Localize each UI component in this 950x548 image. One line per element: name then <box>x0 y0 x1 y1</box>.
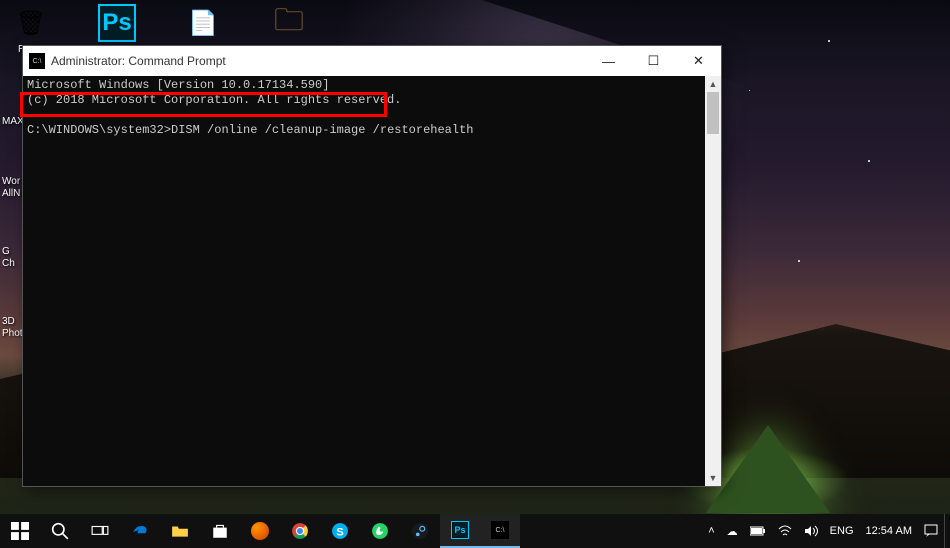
tray-battery[interactable] <box>744 514 772 548</box>
store-icon <box>211 522 229 540</box>
photoshop-icon: Ps <box>451 521 469 539</box>
star <box>868 160 870 162</box>
taskbar-store[interactable] <box>200 514 240 548</box>
task-view-icon <box>91 522 109 540</box>
chrome-icon <box>291 522 309 540</box>
star <box>798 260 800 262</box>
scroll-up-icon[interactable]: ▲ <box>705 76 721 92</box>
windows-icon <box>11 522 29 540</box>
battery-icon <box>750 526 766 536</box>
scroll-thumb[interactable] <box>707 92 719 134</box>
cmd-title: Administrator: Command Prompt <box>51 54 226 68</box>
action-center-icon <box>924 524 938 538</box>
taskbar-skype[interactable]: S <box>320 514 360 548</box>
steam-icon <box>411 522 429 540</box>
taskbar-cmd[interactable]: C:\ <box>480 514 520 548</box>
volume-icon <box>804 525 818 537</box>
close-button[interactable]: ✕ <box>676 46 721 76</box>
wifi-icon <box>778 525 792 537</box>
cmd-icon <box>29 53 45 69</box>
taskbar-chrome[interactable] <box>280 514 320 548</box>
recycle-bin-icon: 🗑 <box>12 4 50 42</box>
search-button[interactable] <box>40 514 80 548</box>
taskbar-edge[interactable] <box>120 514 160 548</box>
taskbar-file-explorer[interactable] <box>160 514 200 548</box>
taskbar-steam[interactable] <box>400 514 440 548</box>
show-desktop-button[interactable] <box>944 514 950 548</box>
folder-icon: 🗀 <box>270 4 308 42</box>
cmd-scrollbar[interactable]: ▲ ▼ <box>705 76 721 486</box>
cmd-icon: C:\ <box>491 521 509 539</box>
cmd-window-buttons: — ☐ ✕ <box>586 46 721 76</box>
taskbar-whatsapp[interactable] <box>360 514 400 548</box>
taskbar-photoshop[interactable]: Ps <box>440 514 480 548</box>
start-button[interactable] <box>0 514 40 548</box>
maximize-button[interactable]: ☐ <box>631 46 676 76</box>
star <box>828 40 830 42</box>
minimize-button[interactable]: — <box>586 46 631 76</box>
skype-icon: S <box>331 522 349 540</box>
cmd-body[interactable]: Microsoft Windows [Version 10.0.17134.59… <box>23 76 721 486</box>
tray-action-center[interactable] <box>918 514 944 548</box>
taskbar-firefox[interactable] <box>240 514 280 548</box>
tray-clock[interactable]: 12:54 AM <box>860 514 918 548</box>
cmd-line-copyright: (c) 2018 Microsoft Corporation. All righ… <box>27 93 401 107</box>
whatsapp-icon <box>371 522 389 540</box>
cmd-prompt: C:\WINDOWS\system32> <box>27 123 171 137</box>
scroll-track[interactable] <box>705 92 721 470</box>
file-icon: 📄 <box>184 4 222 42</box>
photoshop-icon: Ps <box>98 4 136 42</box>
task-view-button[interactable] <box>80 514 120 548</box>
cmd-command[interactable]: DISM /online /cleanup-image /restoreheal… <box>171 123 473 137</box>
tray-network[interactable] <box>772 514 798 548</box>
cmd-window[interactable]: Administrator: Command Prompt — ☐ ✕ Micr… <box>22 45 722 487</box>
svg-text:S: S <box>336 527 344 539</box>
star <box>749 90 750 91</box>
firefox-icon <box>251 522 269 540</box>
edge-icon <box>131 522 149 540</box>
desktop-side-labels: MAX Wor AllN G Ch 3D Phot <box>2 116 24 340</box>
tray-language[interactable]: ENG <box>824 514 860 548</box>
wallpaper-tent <box>706 425 830 513</box>
tray-overflow[interactable]: ˄ <box>702 514 720 548</box>
taskbar: S Ps C:\ ˄ ☁ ENG 12:54 AM <box>0 514 950 548</box>
system-tray: ˄ ☁ ENG 12:54 AM <box>702 514 950 548</box>
tray-onedrive[interactable]: ☁ <box>721 514 744 548</box>
search-icon <box>51 522 69 540</box>
scroll-down-icon[interactable]: ▼ <box>705 470 721 486</box>
folder-icon <box>171 522 189 540</box>
tray-volume[interactable] <box>798 514 824 548</box>
cmd-line-version: Microsoft Windows [Version 10.0.17134.59… <box>27 78 329 92</box>
